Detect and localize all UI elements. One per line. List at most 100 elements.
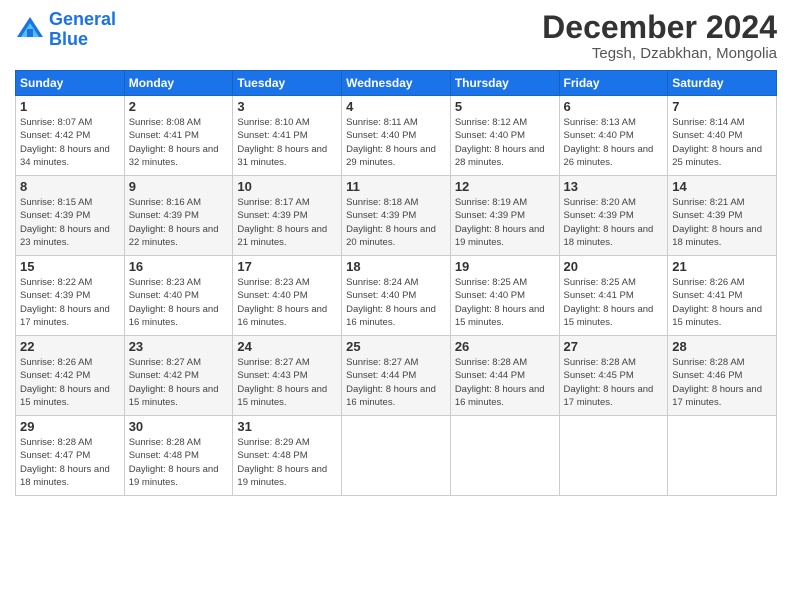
table-row: 21 Sunrise: 8:26 AM Sunset: 4:41 PM Dayl… <box>668 256 777 336</box>
day-number: 6 <box>564 99 664 114</box>
table-row: 3 Sunrise: 8:10 AM Sunset: 4:41 PM Dayli… <box>233 96 342 176</box>
day-number: 13 <box>564 179 664 194</box>
day-number: 11 <box>346 179 446 194</box>
header-sunday: Sunday <box>16 71 125 96</box>
table-row: 8 Sunrise: 8:15 AM Sunset: 4:39 PM Dayli… <box>16 176 125 256</box>
table-row: 14 Sunrise: 8:21 AM Sunset: 4:39 PM Dayl… <box>668 176 777 256</box>
day-info: Sunrise: 8:28 AM Sunset: 4:46 PM Dayligh… <box>672 356 772 409</box>
page-container: General Blue December 2024 Tegsh, Dzabkh… <box>0 0 792 506</box>
logo: General Blue <box>15 10 116 50</box>
table-row: 6 Sunrise: 8:13 AM Sunset: 4:40 PM Dayli… <box>559 96 668 176</box>
calendar-row: 29 Sunrise: 8:28 AM Sunset: 4:47 PM Dayl… <box>16 416 777 496</box>
day-info: Sunrise: 8:16 AM Sunset: 4:39 PM Dayligh… <box>129 196 229 249</box>
table-row: 1 Sunrise: 8:07 AM Sunset: 4:42 PM Dayli… <box>16 96 125 176</box>
day-number: 23 <box>129 339 229 354</box>
day-info: Sunrise: 8:25 AM Sunset: 4:41 PM Dayligh… <box>564 276 664 329</box>
day-info: Sunrise: 8:29 AM Sunset: 4:48 PM Dayligh… <box>237 436 337 489</box>
day-number: 9 <box>129 179 229 194</box>
calendar-row: 22 Sunrise: 8:26 AM Sunset: 4:42 PM Dayl… <box>16 336 777 416</box>
table-row: 13 Sunrise: 8:20 AM Sunset: 4:39 PM Dayl… <box>559 176 668 256</box>
day-number: 2 <box>129 99 229 114</box>
day-info: Sunrise: 8:18 AM Sunset: 4:39 PM Dayligh… <box>346 196 446 249</box>
table-row: 26 Sunrise: 8:28 AM Sunset: 4:44 PM Dayl… <box>450 336 559 416</box>
day-info: Sunrise: 8:23 AM Sunset: 4:40 PM Dayligh… <box>129 276 229 329</box>
day-number: 16 <box>129 259 229 274</box>
day-number: 30 <box>129 419 229 434</box>
table-row <box>450 416 559 496</box>
day-info: Sunrise: 8:14 AM Sunset: 4:40 PM Dayligh… <box>672 116 772 169</box>
table-row: 30 Sunrise: 8:28 AM Sunset: 4:48 PM Dayl… <box>124 416 233 496</box>
header-saturday: Saturday <box>668 71 777 96</box>
day-info: Sunrise: 8:20 AM Sunset: 4:39 PM Dayligh… <box>564 196 664 249</box>
day-info: Sunrise: 8:28 AM Sunset: 4:45 PM Dayligh… <box>564 356 664 409</box>
day-number: 20 <box>564 259 664 274</box>
day-number: 27 <box>564 339 664 354</box>
header-wednesday: Wednesday <box>342 71 451 96</box>
table-row: 17 Sunrise: 8:23 AM Sunset: 4:40 PM Dayl… <box>233 256 342 336</box>
day-number: 5 <box>455 99 555 114</box>
day-info: Sunrise: 8:27 AM Sunset: 4:42 PM Dayligh… <box>129 356 229 409</box>
day-number: 24 <box>237 339 337 354</box>
day-info: Sunrise: 8:12 AM Sunset: 4:40 PM Dayligh… <box>455 116 555 169</box>
day-info: Sunrise: 8:24 AM Sunset: 4:40 PM Dayligh… <box>346 276 446 329</box>
day-info: Sunrise: 8:15 AM Sunset: 4:39 PM Dayligh… <box>20 196 120 249</box>
day-number: 29 <box>20 419 120 434</box>
day-number: 19 <box>455 259 555 274</box>
table-row: 9 Sunrise: 8:16 AM Sunset: 4:39 PM Dayli… <box>124 176 233 256</box>
day-info: Sunrise: 8:26 AM Sunset: 4:42 PM Dayligh… <box>20 356 120 409</box>
day-info: Sunrise: 8:19 AM Sunset: 4:39 PM Dayligh… <box>455 196 555 249</box>
day-info: Sunrise: 8:28 AM Sunset: 4:47 PM Dayligh… <box>20 436 120 489</box>
day-info: Sunrise: 8:26 AM Sunset: 4:41 PM Dayligh… <box>672 276 772 329</box>
table-row <box>559 416 668 496</box>
day-number: 25 <box>346 339 446 354</box>
table-row: 7 Sunrise: 8:14 AM Sunset: 4:40 PM Dayli… <box>668 96 777 176</box>
table-row: 12 Sunrise: 8:19 AM Sunset: 4:39 PM Dayl… <box>450 176 559 256</box>
title-block: December 2024 Tegsh, Dzabkhan, Mongolia <box>542 10 777 62</box>
day-number: 15 <box>20 259 120 274</box>
calendar-row: 15 Sunrise: 8:22 AM Sunset: 4:39 PM Dayl… <box>16 256 777 336</box>
day-info: Sunrise: 8:28 AM Sunset: 4:44 PM Dayligh… <box>455 356 555 409</box>
day-info: Sunrise: 8:10 AM Sunset: 4:41 PM Dayligh… <box>237 116 337 169</box>
table-row: 27 Sunrise: 8:28 AM Sunset: 4:45 PM Dayl… <box>559 336 668 416</box>
table-row: 4 Sunrise: 8:11 AM Sunset: 4:40 PM Dayli… <box>342 96 451 176</box>
calendar-row: 8 Sunrise: 8:15 AM Sunset: 4:39 PM Dayli… <box>16 176 777 256</box>
day-number: 8 <box>20 179 120 194</box>
table-row: 16 Sunrise: 8:23 AM Sunset: 4:40 PM Dayl… <box>124 256 233 336</box>
day-number: 14 <box>672 179 772 194</box>
day-info: Sunrise: 8:27 AM Sunset: 4:43 PM Dayligh… <box>237 356 337 409</box>
subtitle: Tegsh, Dzabkhan, Mongolia <box>542 45 777 62</box>
day-number: 7 <box>672 99 772 114</box>
day-info: Sunrise: 8:07 AM Sunset: 4:42 PM Dayligh… <box>20 116 120 169</box>
day-number: 18 <box>346 259 446 274</box>
table-row: 10 Sunrise: 8:17 AM Sunset: 4:39 PM Dayl… <box>233 176 342 256</box>
main-title: December 2024 <box>542 10 777 45</box>
day-number: 31 <box>237 419 337 434</box>
day-number: 17 <box>237 259 337 274</box>
day-info: Sunrise: 8:27 AM Sunset: 4:44 PM Dayligh… <box>346 356 446 409</box>
day-number: 4 <box>346 99 446 114</box>
table-row: 20 Sunrise: 8:25 AM Sunset: 4:41 PM Dayl… <box>559 256 668 336</box>
table-row: 11 Sunrise: 8:18 AM Sunset: 4:39 PM Dayl… <box>342 176 451 256</box>
header-monday: Monday <box>124 71 233 96</box>
day-number: 28 <box>672 339 772 354</box>
day-info: Sunrise: 8:21 AM Sunset: 4:39 PM Dayligh… <box>672 196 772 249</box>
header: General Blue December 2024 Tegsh, Dzabkh… <box>15 10 777 62</box>
logo-line2: Blue <box>49 29 88 49</box>
table-row: 25 Sunrise: 8:27 AM Sunset: 4:44 PM Dayl… <box>342 336 451 416</box>
day-info: Sunrise: 8:23 AM Sunset: 4:40 PM Dayligh… <box>237 276 337 329</box>
day-number: 22 <box>20 339 120 354</box>
day-number: 1 <box>20 99 120 114</box>
logo-text: General Blue <box>49 10 116 50</box>
table-row: 29 Sunrise: 8:28 AM Sunset: 4:47 PM Dayl… <box>16 416 125 496</box>
day-number: 12 <box>455 179 555 194</box>
calendar-row: 1 Sunrise: 8:07 AM Sunset: 4:42 PM Dayli… <box>16 96 777 176</box>
table-row: 23 Sunrise: 8:27 AM Sunset: 4:42 PM Dayl… <box>124 336 233 416</box>
day-info: Sunrise: 8:11 AM Sunset: 4:40 PM Dayligh… <box>346 116 446 169</box>
header-thursday: Thursday <box>450 71 559 96</box>
day-number: 26 <box>455 339 555 354</box>
table-row: 15 Sunrise: 8:22 AM Sunset: 4:39 PM Dayl… <box>16 256 125 336</box>
table-row: 19 Sunrise: 8:25 AM Sunset: 4:40 PM Dayl… <box>450 256 559 336</box>
table-row <box>342 416 451 496</box>
day-info: Sunrise: 8:22 AM Sunset: 4:39 PM Dayligh… <box>20 276 120 329</box>
logo-line1: General <box>49 9 116 29</box>
